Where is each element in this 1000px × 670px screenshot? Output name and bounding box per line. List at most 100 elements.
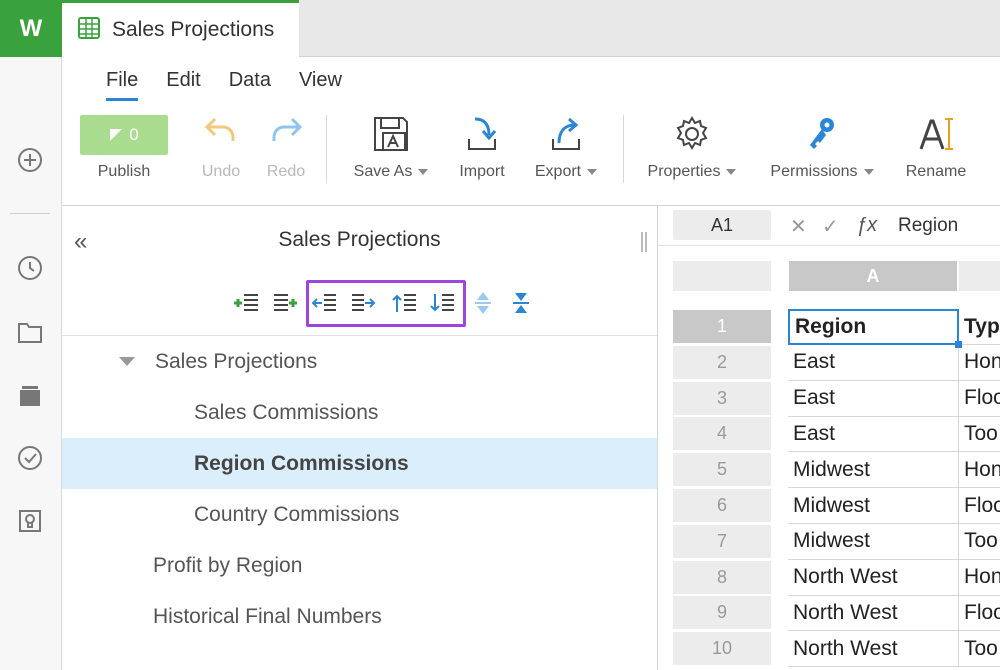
- properties-label: Properties: [642, 163, 742, 181]
- move-down-icon[interactable]: [428, 288, 458, 318]
- row-header[interactable]: 7: [673, 524, 771, 558]
- tree-item-country-commissions[interactable]: Country Commissions: [62, 489, 657, 540]
- indent-icon[interactable]: [348, 288, 378, 318]
- import-label: Import: [459, 163, 505, 180]
- table-cell[interactable]: Midwest: [788, 523, 959, 560]
- undo-icon: [204, 117, 235, 141]
- tree-item-sales-commissions[interactable]: Sales Commissions: [62, 387, 657, 438]
- undo-label: Undo: [201, 163, 241, 180]
- table-cell[interactable]: North West: [788, 559, 959, 596]
- row-header[interactable]: 10: [673, 632, 771, 666]
- table-cell[interactable]: East: [788, 416, 959, 453]
- expand-triangle-icon[interactable]: [119, 357, 135, 366]
- add-sibling-icon[interactable]: [232, 288, 262, 318]
- properties-button[interactable]: Properties: [642, 115, 742, 180]
- confirm-icon[interactable]: ✓: [822, 214, 839, 239]
- publish-count: 0: [129, 125, 139, 144]
- row-header[interactable]: 3: [673, 381, 771, 415]
- rename-button[interactable]: Rename: [902, 115, 970, 180]
- tab-bar: Sales Projections: [62, 0, 1000, 57]
- move-up-icon[interactable]: [390, 288, 420, 318]
- row-header[interactable]: 6: [673, 489, 771, 522]
- rename-icon: [919, 118, 953, 150]
- permissions-button[interactable]: Permissions: [764, 115, 880, 180]
- export-button[interactable]: Export: [528, 115, 604, 180]
- menu-bar: File Edit Data View: [106, 69, 370, 101]
- table-cell[interactable]: Too: [959, 416, 1000, 453]
- cell-reference-box[interactable]: A1: [673, 210, 771, 240]
- formula-value[interactable]: Region: [898, 215, 958, 237]
- toolbar-divider: [623, 115, 624, 183]
- menu-file[interactable]: File: [106, 69, 139, 101]
- tree-item-sales-projections[interactable]: Sales Projections: [62, 336, 657, 387]
- app-logo[interactable]: W: [0, 0, 62, 57]
- function-icon[interactable]: ƒx: [856, 214, 877, 237]
- table-cell[interactable]: North West: [788, 631, 959, 668]
- folder-icon[interactable]: [16, 318, 44, 346]
- table-cell[interactable]: Hon: [959, 560, 1000, 596]
- table-cell[interactable]: Floo: [959, 381, 1000, 417]
- app-window: W Sales Projections File Edit Data View …: [0, 0, 1000, 670]
- fill-handle[interactable]: [955, 340, 962, 348]
- rename-label: Rename: [905, 163, 967, 180]
- check-circle-icon[interactable]: [16, 444, 44, 472]
- table-cell[interactable]: East: [788, 380, 959, 417]
- cancel-icon[interactable]: ✕: [790, 214, 807, 239]
- column-header-a[interactable]: A: [789, 261, 957, 291]
- selected-cell[interactable]: Region: [788, 309, 959, 345]
- tab-title: Sales Projections: [112, 18, 275, 41]
- row-header[interactable]: 9: [673, 596, 771, 630]
- row-header[interactable]: 5: [673, 453, 771, 487]
- table-cell[interactable]: Midwest: [788, 488, 959, 524]
- table-cell[interactable]: Floo: [959, 488, 1000, 524]
- outdent-icon[interactable]: [310, 288, 340, 318]
- table-cell[interactable]: Too: [959, 631, 1000, 668]
- table-cell[interactable]: Midwest: [788, 452, 959, 489]
- redo-button[interactable]: Redo: [262, 115, 310, 180]
- expand-all-icon[interactable]: [468, 288, 498, 318]
- add-child-icon[interactable]: [270, 288, 300, 318]
- column-header-b[interactable]: [959, 261, 1000, 291]
- table-cell[interactable]: Hon: [959, 452, 1000, 489]
- tree-item-historical-final-numbers[interactable]: Historical Final Numbers: [62, 591, 657, 642]
- permissions-label: Permissions: [764, 163, 880, 181]
- redo-label: Redo: [266, 163, 306, 180]
- menu-edit[interactable]: Edit: [166, 69, 200, 101]
- menu-data[interactable]: Data: [229, 69, 271, 101]
- tree-item-region-commissions[interactable]: Region Commissions: [62, 438, 657, 489]
- outline-panel: « Sales Projections Sales Projections Sa…: [62, 206, 658, 670]
- row-header[interactable]: 4: [673, 417, 771, 451]
- row-header[interactable]: 1: [673, 310, 771, 343]
- panel-title: Sales Projections: [278, 228, 441, 251]
- collapse-all-icon[interactable]: [506, 288, 536, 318]
- save-as-label: Save As: [346, 163, 436, 181]
- clock-icon[interactable]: [16, 254, 44, 282]
- spreadsheet-icon: [78, 16, 100, 44]
- add-icon[interactable]: [16, 146, 44, 174]
- row-header[interactable]: 2: [673, 345, 771, 379]
- table-cell[interactable]: Hon: [959, 345, 1000, 381]
- rail-divider: [10, 213, 50, 214]
- flag-icon: [110, 129, 123, 141]
- tree-item-profit-by-region[interactable]: Profit by Region: [62, 540, 657, 591]
- ribbon: File Edit Data View 0 Publish Undo Redo: [62, 57, 1000, 206]
- save-as-button[interactable]: Save As: [346, 115, 436, 180]
- spreadsheet: A1 ✕ ✓ ƒx Region A 1 Region Typ 2 East Hon 3 Ea…: [658, 206, 1000, 670]
- table-cell[interactable]: Typ: [959, 309, 1000, 345]
- table-cell[interactable]: Too: [959, 524, 1000, 560]
- left-rail: W: [0, 0, 62, 670]
- table-cell[interactable]: East: [788, 344, 959, 381]
- import-icon: [468, 117, 497, 150]
- archive-icon[interactable]: [16, 382, 44, 410]
- tab-sales-projections[interactable]: Sales Projections: [62, 0, 299, 57]
- select-all-corner[interactable]: [673, 261, 771, 291]
- import-button[interactable]: Import: [452, 115, 512, 180]
- table-cell[interactable]: North West: [788, 595, 959, 632]
- table-cell[interactable]: Floo: [959, 595, 1000, 632]
- resize-grip-icon[interactable]: [641, 232, 647, 252]
- undo-button[interactable]: Undo: [197, 115, 245, 180]
- lightbulb-icon[interactable]: [16, 507, 44, 535]
- save-as-icon: [374, 117, 408, 151]
- row-header[interactable]: 8: [673, 560, 771, 594]
- menu-view[interactable]: View: [299, 69, 342, 101]
